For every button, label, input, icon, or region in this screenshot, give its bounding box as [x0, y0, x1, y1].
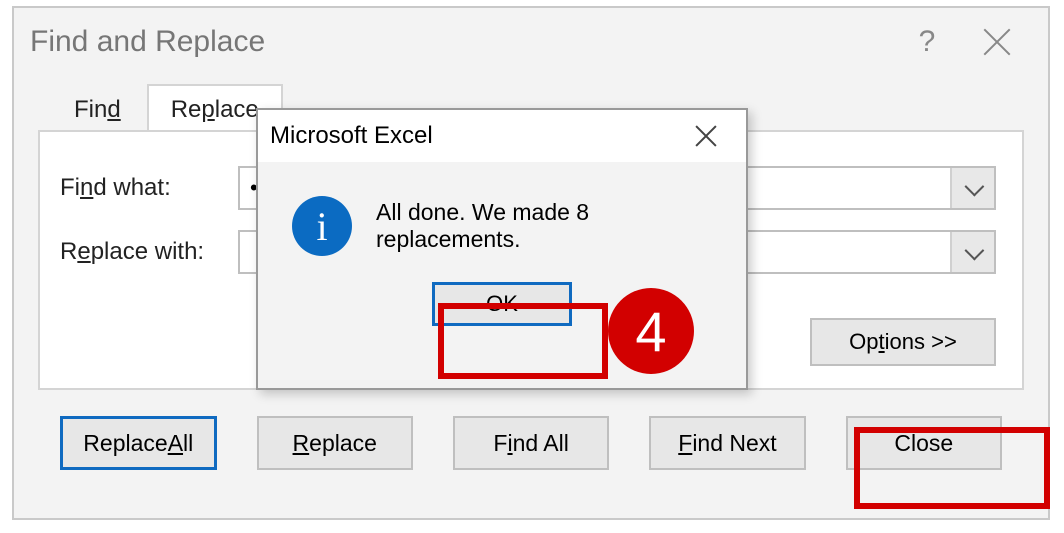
tab-find[interactable]: Find	[50, 84, 145, 132]
replace-button[interactable]: Replace	[257, 416, 413, 470]
replace-with-label: Replace with:	[60, 238, 220, 266]
find-what-dropdown[interactable]	[950, 168, 994, 208]
message-titlebar: Microsoft Excel	[258, 110, 746, 162]
close-button[interactable]: Close	[846, 416, 1002, 470]
dialog-titlebar: Find and Replace ?	[14, 8, 1048, 76]
find-all-button[interactable]: Find All	[453, 416, 609, 470]
dialog-title: Find and Replace	[30, 25, 892, 59]
dialog-close-button[interactable]	[962, 17, 1032, 67]
message-title: Microsoft Excel	[270, 122, 678, 150]
message-dialog: Microsoft Excel i All done. We made 8 re…	[256, 108, 748, 390]
find-what-label: Find what:	[60, 174, 220, 202]
message-close-button[interactable]	[678, 114, 734, 158]
message-text: All done. We made 8 replacements.	[376, 199, 722, 253]
help-button[interactable]: ?	[892, 17, 962, 67]
message-body: i All done. We made 8 replacements.	[258, 162, 746, 264]
ok-button[interactable]: OK	[432, 282, 572, 326]
info-icon: i	[292, 196, 352, 256]
dialog-button-row: Replace All Replace Find All Find Next C…	[38, 390, 1024, 470]
replace-with-dropdown[interactable]	[950, 232, 994, 272]
find-next-button[interactable]: Find Next	[649, 416, 805, 470]
chevron-down-icon	[965, 177, 985, 197]
replace-all-button[interactable]: Replace All	[60, 416, 217, 470]
help-icon: ?	[919, 25, 936, 59]
chevron-down-icon	[965, 241, 985, 261]
close-icon	[979, 24, 1015, 60]
options-button[interactable]: Options >>	[810, 318, 996, 366]
message-button-row: OK	[258, 264, 746, 326]
close-icon	[692, 122, 720, 150]
